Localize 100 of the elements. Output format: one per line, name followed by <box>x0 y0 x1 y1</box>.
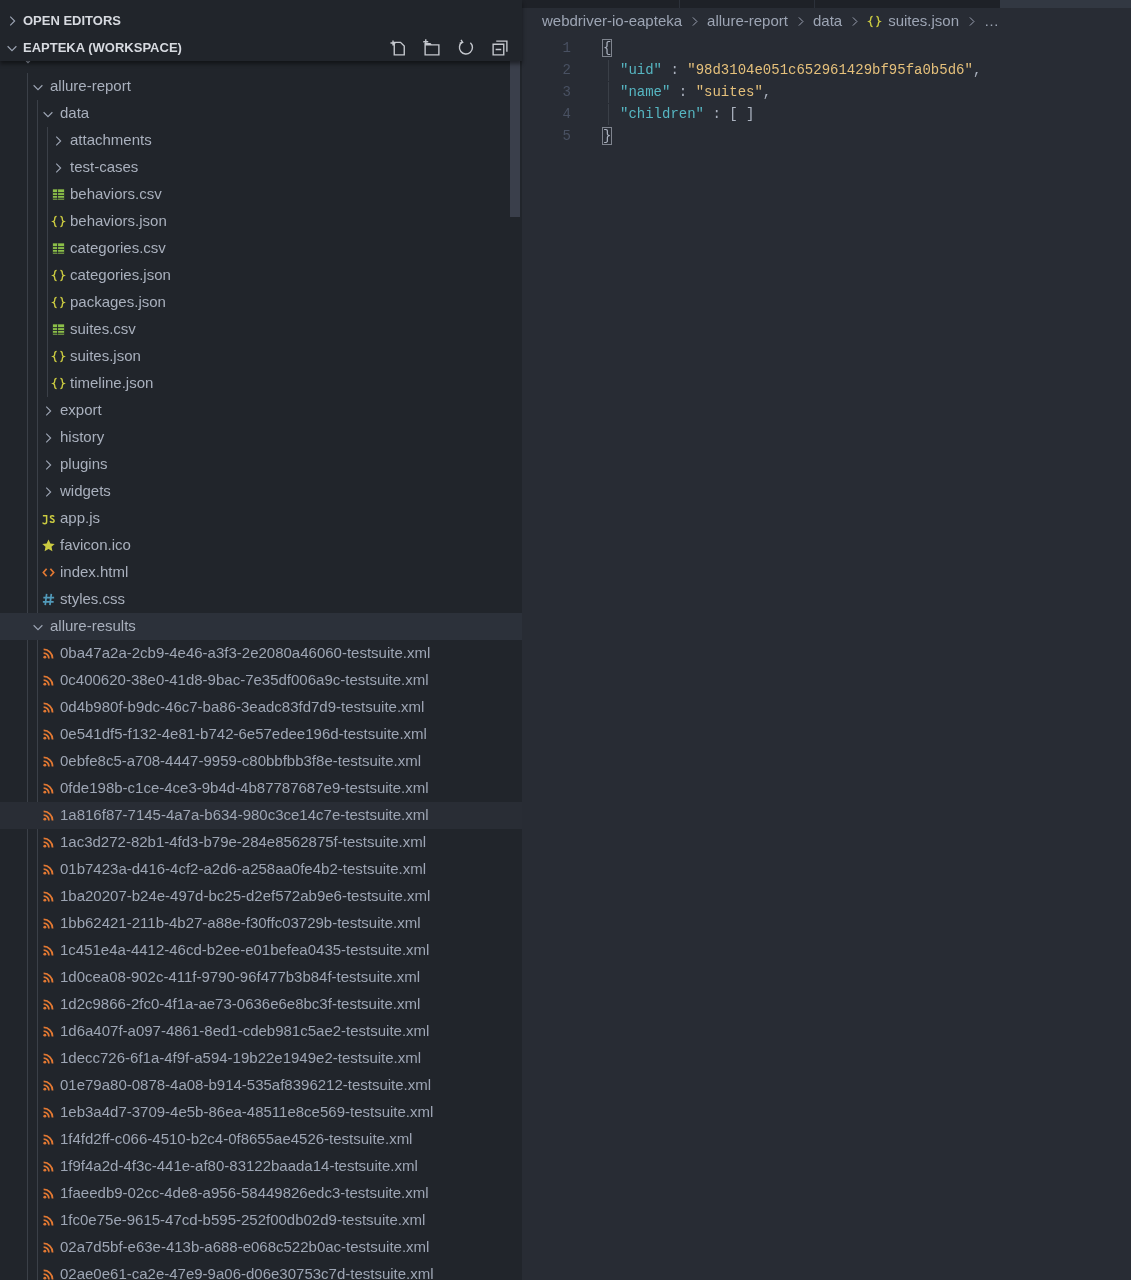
file-name: 1d2c9866-2fc0-4f1a-ae73-0636e6e8bc3f-testsuite.xml <box>60 994 421 1015</box>
file-row[interactable]: app.js <box>0 505 522 532</box>
file-row[interactable]: 01b7423a-d416-4cf2-a2d6-a258aa0fe4b2-testsuite.xml <box>0 856 522 883</box>
file-row[interactable]: favicon.ico <box>0 532 522 559</box>
folder-row[interactable]: history <box>0 424 522 451</box>
file-name: 0ba47a2a-2cb9-4e46-a3f3-2e2080a46060-testsuite.xml <box>60 643 431 664</box>
braces-icon <box>50 376 66 391</box>
file-row[interactable]: 1fc0e75e-9615-47cd-b595-252f00db02d9-testsuite.xml <box>0 1207 522 1234</box>
folder-name: history <box>60 427 105 448</box>
rss-icon <box>41 1025 55 1038</box>
file-row[interactable]: 0fde198b-c1ce-4ce3-9b4d-4b87787687e9-testsuite.xml <box>0 775 522 802</box>
braces-icon <box>867 14 883 29</box>
file-row[interactable]: 1d0cea08-902c-411f-9790-96f477b3b84f-testsuite.xml <box>0 964 522 991</box>
star-icon <box>40 538 56 553</box>
file-row[interactable]: categories.json <box>0 262 522 289</box>
file-row[interactable]: 02a7d5bf-e63e-413b-a688-e068c522b0ac-testsuite.xml <box>0 1234 522 1261</box>
file-row[interactable]: 1d6a407f-a097-4861-8ed1-cdeb981c5ae2-testsuite.xml <box>0 1018 522 1045</box>
file-row[interactable]: styles.css <box>0 586 522 613</box>
file-name: behaviors.json <box>70 211 167 232</box>
folder-row[interactable]: allure-report <box>0 73 522 100</box>
rss-icon <box>41 674 55 687</box>
file-name: 01b7423a-d416-4cf2-a2d6-a258aa0fe4b2-testsuite.xml <box>60 859 427 880</box>
rss-icon <box>41 998 55 1011</box>
code-line: } <box>603 126 612 146</box>
folder-name: export <box>60 400 102 421</box>
breadcrumb-item[interactable]: … <box>984 10 1000 33</box>
breadcrumb-item[interactable]: webdriver-io-eapteka <box>542 10 683 33</box>
rss-icon <box>41 971 55 984</box>
file-row[interactable]: 1bb62421-211b-4b27-a88e-f30ffc03729b-testsuite.xml <box>0 910 522 937</box>
file-row[interactable]: 01e79a80-0878-4a08-b914-535af8396212-testsuite.xml <box>0 1072 522 1099</box>
file-name: behaviors.csv <box>70 184 162 205</box>
file-row[interactable]: index.html <box>0 559 522 586</box>
file-row[interactable]: 0e541df5-f132-4e81-b742-6e57edee196d-testsuite.xml <box>0 721 522 748</box>
folder-row[interactable]: export <box>0 397 522 424</box>
folder-name: data <box>60 103 90 124</box>
table-icon <box>50 322 66 337</box>
file-row[interactable]: 1ac3d272-82b1-4fd3-b79e-284e8562875f-testsuite.xml <box>0 829 522 856</box>
folder-row[interactable]: allure-results <box>0 613 522 640</box>
code-line: "children" : [ ] <box>620 104 755 124</box>
folder-name: allure-report <box>50 76 131 97</box>
folder-row[interactable]: data <box>0 100 522 127</box>
file-name: 0ebfe8c5-a708-4447-9959-c80bbfbb3f8e-testsuite.xml <box>60 751 422 772</box>
rss-icon <box>41 755 55 768</box>
section-header[interactable]: OPEN EDITORS <box>23 10 121 31</box>
braces-icon <box>50 349 66 364</box>
section-header[interactable]: EAPTEKA (WORKSPACE) <box>23 37 182 58</box>
file-row[interactable]: 0ba47a2a-2cb9-4e46-a3f3-2e2080a46060-testsuite.xml <box>0 640 522 667</box>
rss-icon <box>41 1079 55 1092</box>
file-name: suites.csv <box>70 319 136 340</box>
file-row[interactable]: 1d2c9866-2fc0-4f1a-ae73-0636e6e8bc3f-testsuite.xml <box>0 991 522 1018</box>
file-row[interactable]: 1ba20207-b24e-497d-bc25-d2ef572ab9e6-testsuite.xml <box>0 883 522 910</box>
rss-icon <box>41 1268 55 1280</box>
file-row[interactable]: behaviors.csv <box>0 181 522 208</box>
hash-icon <box>40 592 56 607</box>
file-name: categories.json <box>70 265 171 286</box>
scrollbar-thumb[interactable] <box>510 61 520 217</box>
rss-icon <box>41 728 55 741</box>
file-row[interactable]: 0c400620-38e0-41d8-9bac-7e35df006a9c-testsuite.xml <box>0 667 522 694</box>
file-row[interactable]: 1decc726-6f1a-4f9f-a594-19b22e1949e2-testsuite.xml <box>0 1045 522 1072</box>
rss-icon <box>41 1106 55 1119</box>
collapse-all-button[interactable] <box>490 37 510 58</box>
file-name: 1c451e4a-4412-46cd-b2ee-e01befea0435-testsuite.xml <box>60 940 430 961</box>
breadcrumb-item[interactable]: suites.json <box>867 10 960 33</box>
file-row[interactable]: behaviors.json <box>0 208 522 235</box>
file-name: 1ba20207-b24e-497d-bc25-d2ef572ab9e6-testsuite.xml <box>60 886 431 907</box>
new-folder-button[interactable] <box>422 37 442 58</box>
folder-name: allure-results <box>50 616 136 637</box>
file-row[interactable]: packages.json <box>0 289 522 316</box>
new-folder-icon <box>422 37 442 58</box>
folder-row[interactable]: attachments <box>0 127 522 154</box>
file-row[interactable]: 1f9f4a2d-4f3c-441e-af80-83122baada14-testsuite.xml <box>0 1153 522 1180</box>
rss-icon <box>41 1052 55 1065</box>
rss-icon <box>41 890 55 903</box>
file-row[interactable]: 1f4fd2ff-c066-4510-b2c4-0f8655ae4526-testsuite.xml <box>0 1126 522 1153</box>
folder-name: attachments <box>70 130 152 151</box>
breadcrumb-item[interactable]: allure-report <box>707 10 788 33</box>
file-name: favicon.ico <box>60 535 131 556</box>
file-row[interactable]: 1a816f87-7145-4a7a-b634-980c3ce14c7e-testsuite.xml <box>0 802 522 829</box>
file-name: suites.json <box>70 346 141 367</box>
file-row[interactable]: categories.csv <box>0 235 522 262</box>
folder-row[interactable]: widgets <box>0 478 522 505</box>
file-name: 0c400620-38e0-41d8-9bac-7e35df006a9c-testsuite.xml <box>60 670 429 691</box>
folder-row[interactable]: plugins <box>0 451 522 478</box>
file-row[interactable]: 0d4b980f-b9dc-46c7-ba86-3eadc83fd7d9-testsuite.xml <box>0 694 522 721</box>
file-row[interactable]: 1c451e4a-4412-46cd-b2ee-e01befea0435-testsuite.xml <box>0 937 522 964</box>
folder-row[interactable]: test-cases <box>0 154 522 181</box>
file-row[interactable]: 0ebfe8c5-a708-4447-9959-c80bbfbb3f8e-testsuite.xml <box>0 748 522 775</box>
file-row[interactable]: timeline.json <box>0 370 522 397</box>
collapse-all-icon <box>490 37 510 58</box>
refresh-icon <box>456 37 476 58</box>
file-row[interactable]: 1faeedb9-02cc-4de8-a956-58449826edc3-testsuite.xml <box>0 1180 522 1207</box>
file-row[interactable]: suites.json <box>0 343 522 370</box>
table-icon <box>50 241 66 256</box>
file-row[interactable]: 1eb3a4d7-3709-4e5b-86ea-48511e8ce569-testsuite.xml <box>0 1099 522 1126</box>
file-name: 1a816f87-7145-4a7a-b634-980c3ce14c7e-testsuite.xml <box>60 805 429 826</box>
file-name: 0d4b980f-b9dc-46c7-ba86-3eadc83fd7d9-testsuite.xml <box>60 697 425 718</box>
refresh-button[interactable] <box>456 37 476 58</box>
breadcrumb-item[interactable]: data <box>812 10 843 33</box>
file-row[interactable]: suites.csv <box>0 316 522 343</box>
file-row[interactable]: 02ae0e61-ca2e-47e9-9a06-d06e30753c7d-testsuite.xml <box>0 1261 522 1280</box>
